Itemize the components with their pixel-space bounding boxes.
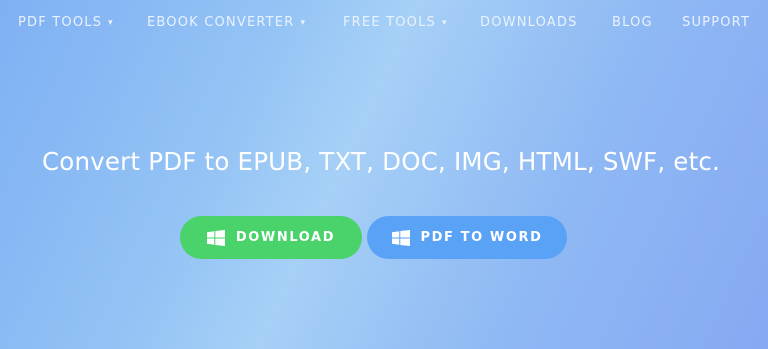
windows-icon <box>391 229 410 246</box>
nav-item-ebook-converter[interactable]: EBOOK CONVERTER ▾ <box>147 14 306 32</box>
chevron-down-icon: ▾ <box>108 18 114 28</box>
nav-item-label: SUPPORT <box>682 15 751 30</box>
pdf-to-word-button-label: PDF TO WORD <box>420 230 543 245</box>
nav-item-support[interactable]: SUPPORT <box>682 14 750 32</box>
top-navigation: PDF TOOLS ▾ EBOOK CONVERTER ▾ FREE TOOLS ▾ … <box>0 0 768 46</box>
download-button[interactable]: DOWNLOAD <box>180 216 362 259</box>
nav-item-downloads[interactable]: DOWNLOADS <box>480 14 578 32</box>
nav-item-label: EBOOK CONVERTER <box>147 15 295 30</box>
nav-item-blog[interactable]: BLOG <box>612 14 653 32</box>
windows-icon <box>206 229 225 246</box>
pdf-to-word-button[interactable]: PDF TO WORD <box>367 216 567 259</box>
nav-item-label: FREE TOOLS <box>343 15 436 30</box>
nav-item-label: PDF TOOLS <box>18 15 103 30</box>
nav-item-pdf-tools[interactable]: PDF TOOLS ▾ <box>18 14 114 32</box>
nav-item-label: DOWNLOADS <box>480 15 578 30</box>
nav-item-free-tools[interactable]: FREE TOOLS ▾ <box>343 14 448 32</box>
chevron-down-icon: ▾ <box>441 18 448 28</box>
download-button-label: DOWNLOAD <box>235 230 336 245</box>
chevron-down-icon: ▾ <box>300 18 307 28</box>
hero-headline: Convert PDF to EPUB, TXT, DOC, IMG, HTML… <box>41 147 721 176</box>
nav-item-label: BLOG <box>612 15 653 30</box>
